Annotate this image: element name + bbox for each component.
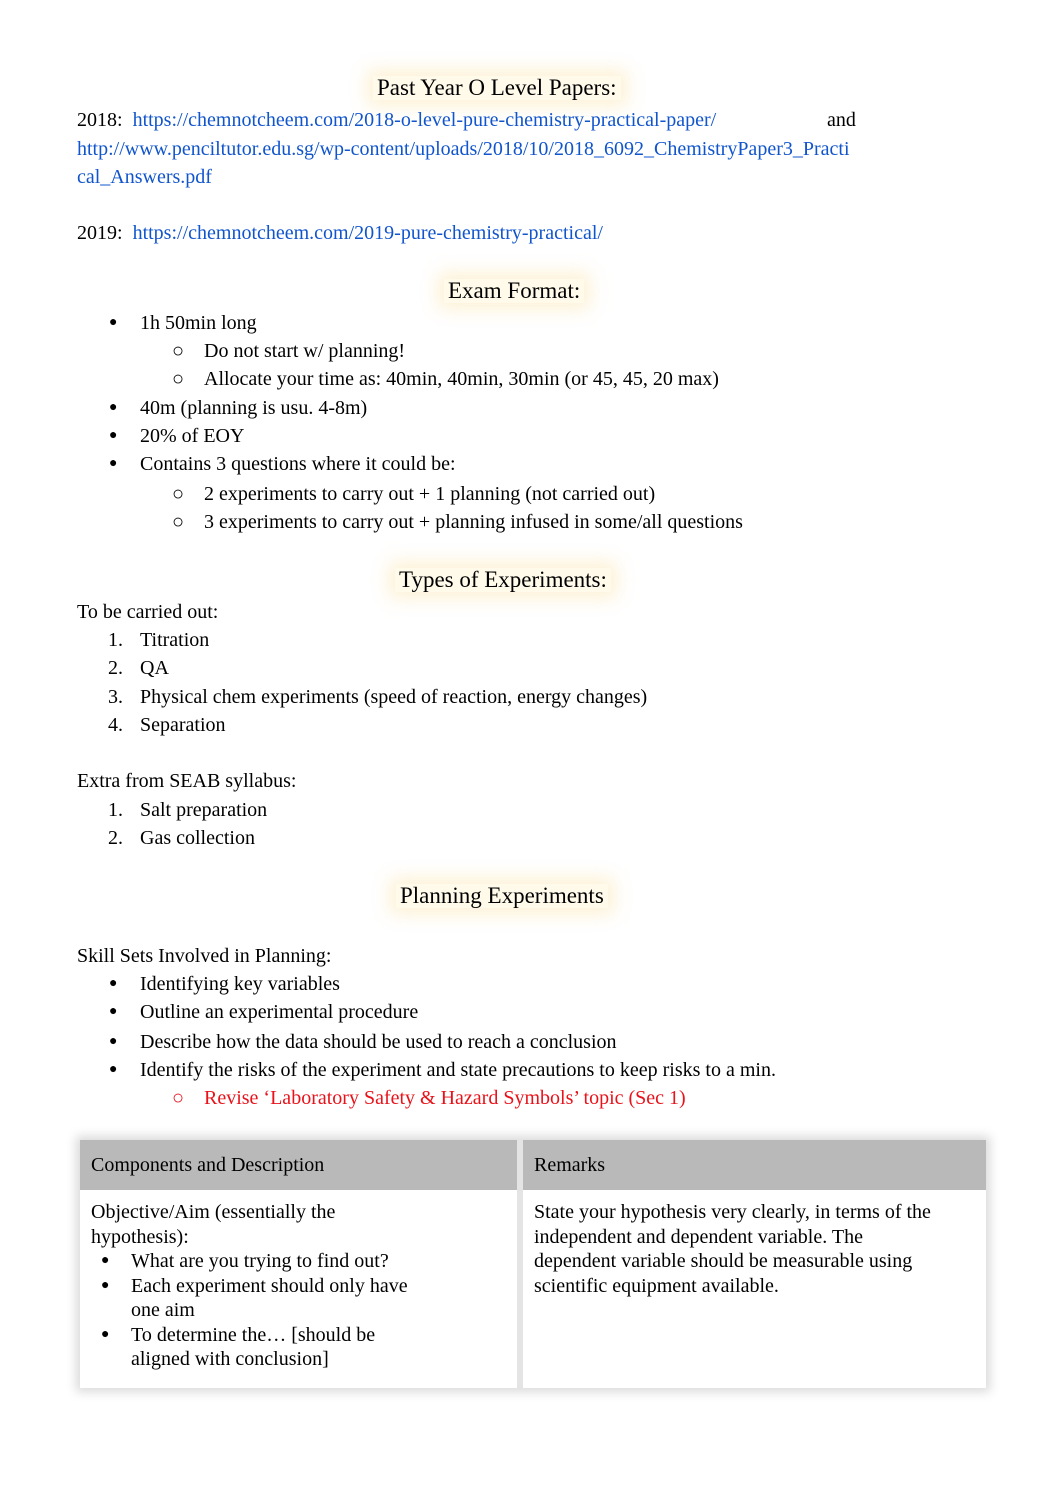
bullet-icon: ● [109,315,118,330]
list-item: ● Outline an experimental procedure [109,1001,419,1023]
circle-bullet-icon: ○ [172,368,185,390]
planning-components-table: Components and Description Remarks Objec… [80,1140,986,1388]
extra-label: Extra from SEAB syllabus: [77,770,297,792]
list-number: 2. [108,657,123,679]
list-number: 1. [108,629,123,651]
heading-exam-format: Exam Format: [444,279,585,303]
list-item: ○ 3 experiments to carry out + planning i… [172,511,743,533]
component-cell: Objective/Aim (essentially the hypothesi… [80,1190,523,1388]
skills-label: Skill Sets Involved in Planning: [77,945,332,967]
line-2019: 2019: https://chemnotcheem.com/2019-pure… [77,221,603,245]
circle-bullet-icon: ○ [172,340,185,362]
list-item: ● 1h 50min long [109,312,257,334]
list-item: What are you trying to find out? [101,1249,506,1274]
table-header-components: Components and Description [80,1140,523,1190]
bullet-icon: ● [109,456,118,471]
link-2018-penciltutor-cont[interactable]: cal_Answers.pdf [77,166,212,188]
heading-past-papers: Past Year O Level Papers: [373,76,621,100]
list-item: 2. Gas collection [108,827,255,849]
list-item: ● Contains 3 questions where it could be: [109,453,456,475]
line-2018: 2018: https://chemnotcheem.com/2018-o-le… [77,108,716,132]
label-2019: 2019: [77,222,123,244]
link-2018-chemnotcheem[interactable]: https://chemnotcheem.com/2018-o-level-pu… [133,109,717,131]
bullet-icon: ● [109,976,118,991]
and-text: and [827,109,856,131]
list-item: 2. QA [108,657,169,679]
circle-bullet-icon: ○ [172,1087,185,1109]
list-item: 4. Separation [108,714,226,736]
link-2019-chemnotcheem[interactable]: https://chemnotcheem.com/2019-pure-chemi… [133,222,603,244]
list-item: ● Identifying key variables [109,973,340,995]
list-item: ● Identify the risks of the experiment an… [109,1059,776,1081]
table-header-remarks: Remarks [520,1140,986,1190]
bullet-icon: ● [109,428,118,443]
list-item: 1. Titration [108,629,210,651]
list-item: ○ Do not start w/ planning! [172,340,406,362]
circle-bullet-icon: ○ [172,511,185,533]
list-number: 3. [108,686,123,708]
component-bullets: What are you trying to find out? Each ex… [91,1249,506,1372]
list-item: To determine the… [should be aligned wit… [101,1323,411,1372]
circle-bullet-icon: ○ [172,483,185,505]
bullet-icon: ● [109,1062,118,1077]
list-item: 3. Physical chem experiments (speed of re… [108,686,648,708]
remarks-cell: State your hypothesis very clearly, in t… [534,1201,931,1297]
bullet-icon: ● [109,400,118,415]
list-item: ● Describe how the data should be used to… [109,1031,617,1053]
heading-planning: Planning Experiments [396,884,608,908]
list-number: 1. [108,799,123,821]
heading-types: Types of Experiments: [395,568,611,592]
carried-label: To be carried out: [77,601,219,623]
label-2018: 2018: [77,109,123,131]
revise-note: ○ Revise ‘Laboratory Safety & Hazard Sym… [172,1087,686,1109]
list-item: ○ Allocate your time as: 40min, 40min, 30… [172,368,719,390]
table-row: Objective/Aim (essentially the hypothesi… [80,1190,986,1388]
list-item: Each experiment should only have one aim [101,1274,441,1323]
list-number: 4. [108,714,123,736]
list-item: 1. Salt preparation [108,799,268,821]
list-item: ● 40m (planning is usu. 4-8m) [109,397,368,419]
link-2018-penciltutor[interactable]: http://www.penciltutor.edu.sg/wp-content… [77,138,850,160]
list-item: ● 20% of EOY [109,425,245,447]
list-number: 2. [108,827,123,849]
bullet-icon: ● [109,1004,118,1019]
bullet-icon: ● [109,1034,118,1049]
list-item: ○ 2 experiments to carry out + 1 planning… [172,483,656,505]
